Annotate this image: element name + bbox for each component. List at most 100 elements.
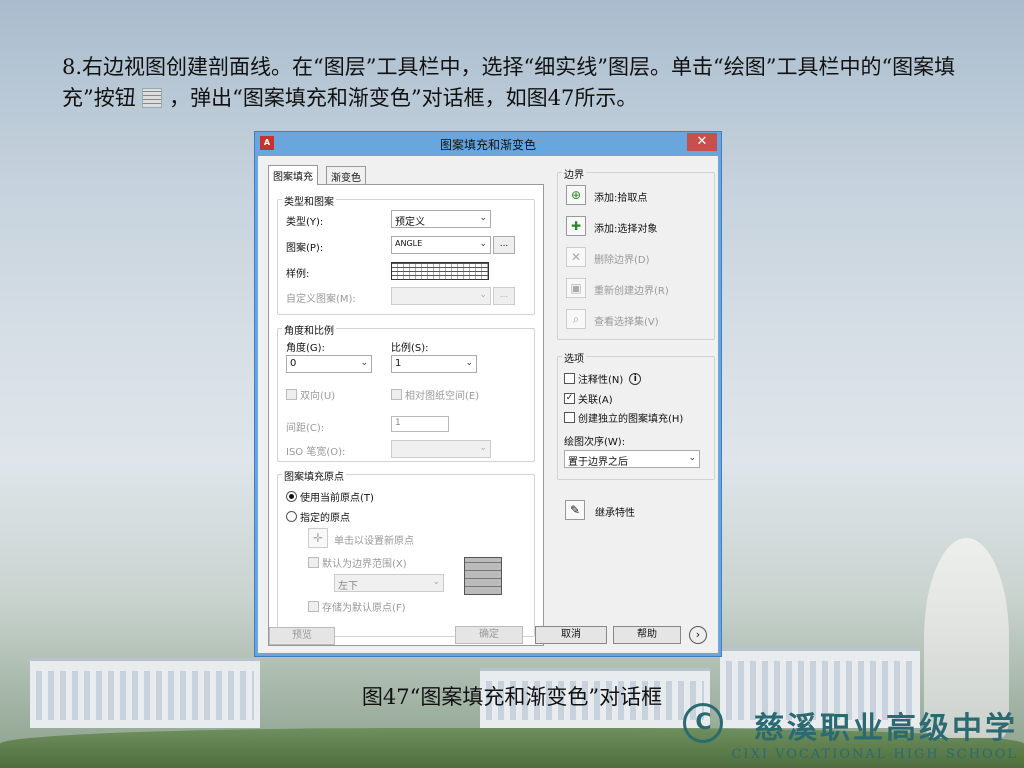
cancel-button[interactable]: 取消: [535, 626, 607, 644]
preview-button[interactable]: 预览: [269, 627, 335, 645]
crosshair-icon: ✛: [312, 531, 324, 545]
double-label: 双向(U): [300, 391, 336, 402]
checkbox-box: [286, 389, 297, 400]
set-origin-button[interactable]: ✛: [308, 528, 328, 548]
scale-value: 1: [395, 358, 402, 369]
iso-pen-label: ISO 笔宽(O):: [286, 447, 346, 458]
relative-paper-checkbox[interactable]: 相对图纸空间(E): [391, 387, 479, 402]
origin-position-select[interactable]: 左下 ⌄: [334, 574, 444, 592]
instruction-text-part2: ，弹出“图案填充和渐变色”对话框，如图47所示。: [169, 86, 638, 110]
separate-hatches-checkbox[interactable]: 创建独立的图案填充(H): [564, 410, 683, 425]
group-title: 角度和比例: [282, 322, 336, 337]
radio-dot: [286, 511, 297, 522]
ok-button[interactable]: 确定: [455, 626, 523, 644]
recreate-boundary-button[interactable]: ▣: [566, 278, 586, 298]
draw-order-select[interactable]: 置于边界之后 ⌄: [564, 450, 700, 468]
add-select-objects-button[interactable]: ✚: [566, 216, 586, 236]
draw-order-label: 绘图次序(W):: [564, 437, 626, 448]
pattern-swatch[interactable]: [391, 262, 489, 280]
radio-dot: [286, 491, 297, 502]
chevron-down-icon: ⌄: [479, 213, 487, 223]
specified-origin-radio[interactable]: 指定的原点: [286, 509, 350, 524]
remove-boundaries-button[interactable]: ✕: [566, 247, 586, 267]
school-name-cn: 慈溪职业高级中学: [754, 711, 1018, 746]
pattern-select[interactable]: ANGLE ⌄: [391, 236, 491, 254]
default-extent-checkbox[interactable]: 默认为边界范围(X): [308, 555, 407, 570]
select-objects-icon: ✚: [570, 219, 582, 233]
annotative-label: 注释性(N): [578, 375, 624, 386]
scale-select[interactable]: 1 ⌄: [391, 355, 477, 373]
chevron-down-icon: ⌄: [465, 358, 473, 368]
default-extent-label: 默认为边界范围(X): [322, 559, 407, 570]
pick-point-icon: ⊕: [570, 188, 582, 202]
origin-position-value: 左下: [338, 581, 358, 592]
view-set-label: 查看选择集(V): [594, 317, 659, 328]
group-title: 类型和图案: [282, 193, 336, 208]
group-title: 选项: [562, 350, 586, 365]
brush-icon: ✎: [569, 503, 581, 517]
type-select[interactable]: 预定义 ⌄: [391, 210, 491, 228]
type-pattern-group: 类型和图案 类型(Y): 预定义 ⌄ 图案(P): ANGLE ⌄ ... 样例: …: [277, 193, 535, 315]
store-default-checkbox[interactable]: 存储为默认原点(F): [308, 599, 406, 614]
hatch-button-icon: [142, 88, 163, 108]
iso-pen-select[interactable]: ⌄: [391, 440, 491, 458]
remove-boundary-icon: ✕: [570, 250, 582, 264]
origin-preview-image: [464, 557, 502, 595]
annotative-checkbox[interactable]: 注释性(N) i: [564, 371, 642, 386]
angle-value: 0: [290, 358, 297, 369]
boundary-group: 边界 ⊕ 添加:拾取点 ✚ 添加:选择对象 ✕ 删除边界(D) ▣ 重新创建边界…: [557, 166, 715, 340]
magnifier-icon: ⌕: [572, 312, 580, 326]
chevron-down-icon: ⌄: [479, 290, 487, 300]
angle-scale-group: 角度和比例 角度(G): 0 ⌄ 比例(S): 1 ⌄ 双向(U) 相对图纸空间(E…: [277, 322, 535, 462]
custom-pattern-select[interactable]: ⌄: [391, 287, 491, 305]
use-current-origin-radio[interactable]: 使用当前原点(T): [286, 489, 374, 504]
spacing-input[interactable]: 1: [391, 416, 449, 432]
group-title: 边界: [562, 166, 586, 181]
custom-pattern-label: 自定义图案(M):: [286, 294, 356, 305]
associative-label: 关联(A): [578, 395, 613, 406]
info-icon[interactable]: i: [629, 372, 642, 385]
group-title: 图案填充原点: [282, 468, 346, 483]
pattern-label: 图案(P):: [286, 243, 324, 254]
angle-label: 角度(G):: [286, 343, 325, 354]
specified-label: 指定的原点: [300, 513, 350, 524]
store-default-label: 存储为默认原点(F): [322, 603, 406, 614]
school-name-en: CIXI VOCATIONAL HIGH SCHOOL: [731, 747, 1018, 762]
recreate-boundary-icon: ▣: [570, 281, 582, 295]
inherit-properties-button[interactable]: ✎: [565, 500, 585, 520]
dialog-title-bar[interactable]: A 图案填充和渐变色 ✕: [255, 132, 721, 156]
custom-browse-button[interactable]: ...: [493, 287, 515, 305]
view-selections-button[interactable]: ⌕: [566, 309, 586, 329]
more-options-button[interactable]: ›: [689, 626, 707, 644]
associative-checkbox[interactable]: ✓ 关联(A): [564, 391, 613, 406]
tab-hatch[interactable]: 图案填充: [268, 165, 318, 185]
checkbox-box: [308, 601, 319, 612]
hatch-origin-group: 图案填充原点 使用当前原点(T) 指定的原点 ✛ 单击以设置新原点 默认为边界范…: [277, 468, 535, 637]
pattern-browse-button[interactable]: ...: [493, 236, 515, 254]
chevron-down-icon: ⌄: [479, 443, 487, 453]
inherit-label: 继承特性: [595, 508, 635, 519]
help-button[interactable]: 帮助: [613, 626, 681, 644]
pattern-value: ANGLE: [395, 239, 423, 248]
chevron-down-icon: ⌄: [688, 453, 696, 463]
separate-label: 创建独立的图案填充(H): [578, 414, 684, 425]
add-pick-label: 添加:拾取点: [594, 193, 648, 204]
spacing-label: 间距(C):: [286, 423, 325, 434]
swatch-label: 样例:: [286, 269, 310, 280]
chevron-down-icon: ⌄: [432, 577, 440, 587]
recreate-label: 重新创建边界(R): [594, 286, 669, 297]
checkbox-box: [308, 557, 319, 568]
tab-gradient[interactable]: 渐变色: [326, 166, 366, 184]
use-current-label: 使用当前原点(T): [300, 493, 374, 504]
hatch-tab-panel: 类型和图案 类型(Y): 预定义 ⌄ 图案(P): ANGLE ⌄ ... 样例: …: [268, 184, 544, 646]
add-pick-points-button[interactable]: ⊕: [566, 185, 586, 205]
checkbox-box: [564, 373, 575, 384]
draw-order-value: 置于边界之后: [568, 457, 628, 468]
checkbox-box: ✓: [564, 393, 575, 404]
hatch-gradient-dialog: A 图案填充和渐变色 ✕ 图案填充 渐变色 类型和图案 类型(Y): 预定义 ⌄ …: [254, 131, 722, 657]
angle-select[interactable]: 0 ⌄: [286, 355, 372, 373]
dialog-title: 图案填充和渐变色: [439, 138, 536, 152]
scale-label: 比例(S):: [391, 343, 429, 354]
close-button[interactable]: ✕: [687, 133, 717, 151]
double-checkbox[interactable]: 双向(U): [286, 387, 335, 402]
